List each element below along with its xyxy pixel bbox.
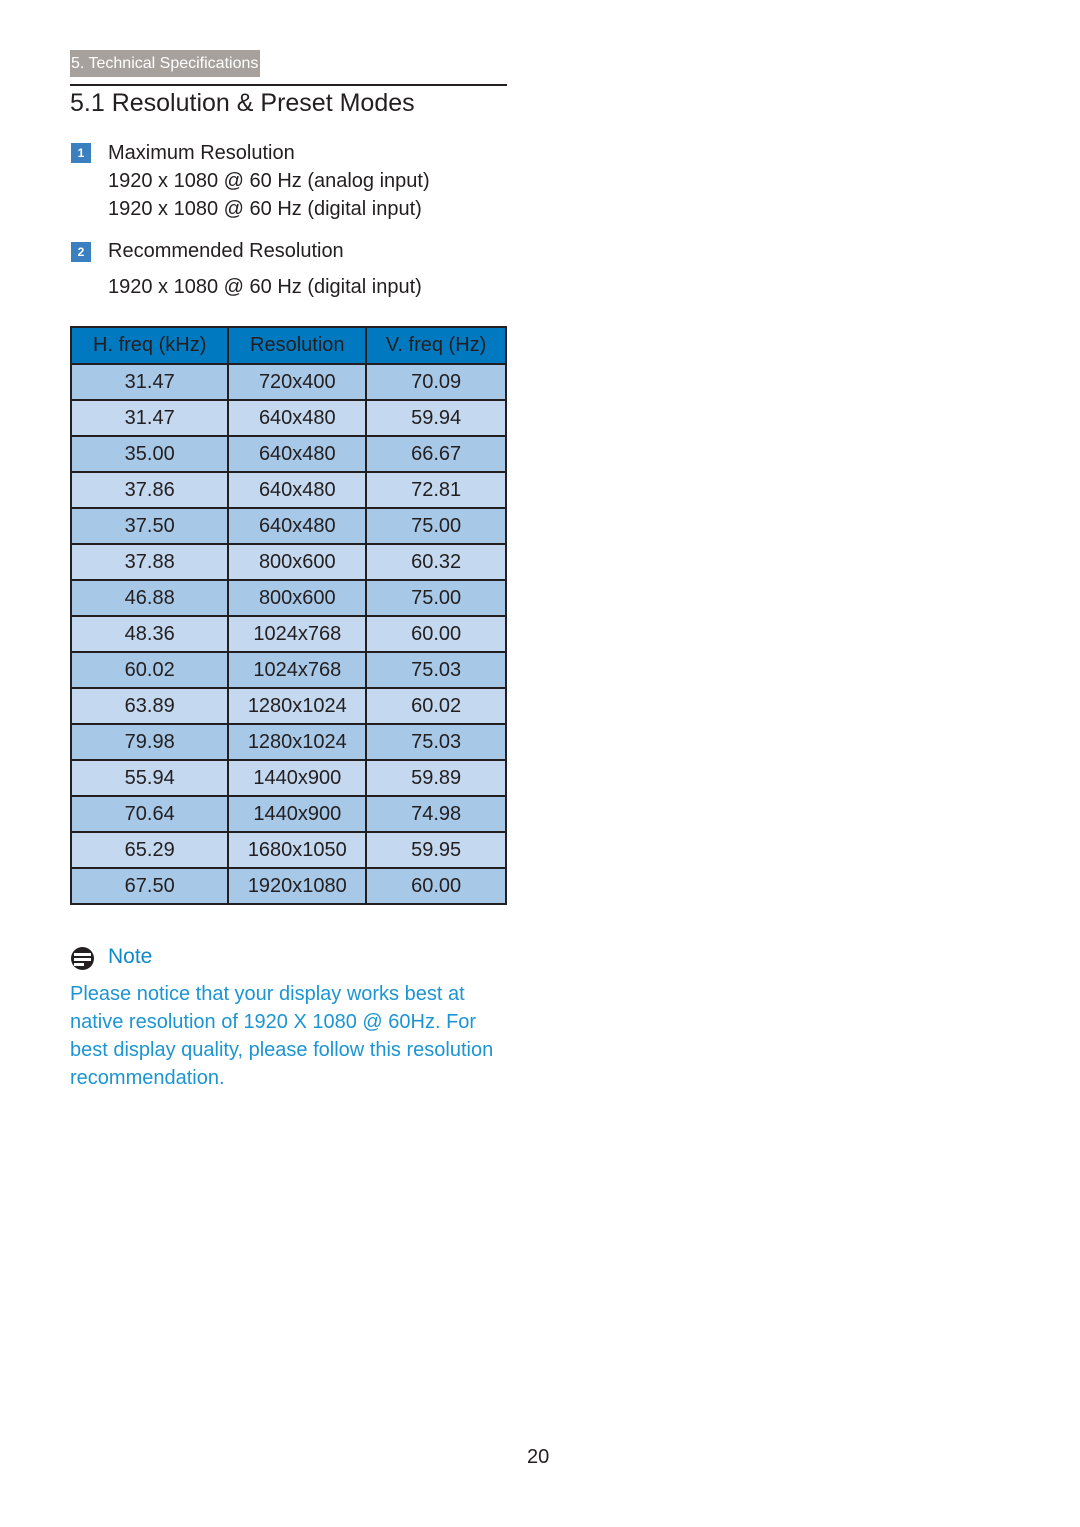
- preset-modes-table: H. freq (kHz) Resolution V. freq (Hz) 31…: [69, 326, 507, 905]
- table-row: 31.47 720x400 70.09: [69, 363, 507, 401]
- cell-resolution: 1680x1050: [227, 831, 368, 869]
- cell-resolution: 640x480: [227, 471, 368, 509]
- cell-resolution: 1024x768: [227, 651, 368, 689]
- cell-hfreq: 46.88: [69, 579, 230, 617]
- table-row: 48.36 1024x768 60.00: [69, 615, 507, 653]
- cell-hfreq: 70.64: [69, 795, 230, 833]
- table-row: 63.89 1280x1024 60.02: [69, 687, 507, 725]
- cell-vfreq: 74.98: [365, 795, 507, 833]
- cell-vfreq: 60.32: [365, 543, 507, 581]
- table-row: 60.02 1024x768 75.03: [69, 651, 507, 689]
- cell-hfreq: 35.00: [69, 435, 230, 473]
- cell-hfreq: 65.29: [69, 831, 230, 869]
- cell-vfreq: 75.00: [365, 507, 507, 545]
- cell-hfreq: 31.47: [69, 399, 230, 437]
- cell-vfreq: 60.02: [365, 687, 507, 725]
- cell-vfreq: 59.89: [365, 759, 507, 797]
- cell-hfreq: 67.50: [69, 867, 230, 905]
- cell-hfreq: 79.98: [69, 723, 230, 761]
- table-row: 31.47 640x480 59.94: [69, 399, 507, 437]
- cell-resolution: 720x400: [227, 363, 368, 401]
- cell-vfreq: 75.03: [365, 651, 507, 689]
- cell-resolution: 1440x900: [227, 759, 368, 797]
- table-row: 37.88 800x600 60.32: [69, 543, 507, 581]
- table-row: 70.64 1440x900 74.98: [69, 795, 507, 833]
- max-resolution-digital: 1920 x 1080 @ 60 Hz (digital input): [108, 198, 422, 220]
- cell-hfreq: 55.94: [69, 759, 230, 797]
- cell-resolution: 800x600: [227, 543, 368, 581]
- recommended-resolution-digital: 1920 x 1080 @ 60 Hz (digital input): [108, 276, 422, 298]
- cell-vfreq: 59.94: [365, 399, 507, 437]
- cell-vfreq: 59.95: [365, 831, 507, 869]
- table-row: 46.88 800x600 75.00: [69, 579, 507, 617]
- table-row: 35.00 640x480 66.67: [69, 435, 507, 473]
- page-title: 5.1 Resolution & Preset Modes: [70, 89, 415, 117]
- cell-resolution: 1024x768: [227, 615, 368, 653]
- header-vfreq: V. freq (Hz): [365, 326, 507, 365]
- table-row: 37.86 640x480 72.81: [69, 471, 507, 509]
- table-row: 65.29 1680x1050 59.95: [69, 831, 507, 869]
- header-hfreq: H. freq (kHz): [69, 326, 230, 365]
- cell-vfreq: 72.81: [365, 471, 507, 509]
- max-resolution-analog: 1920 x 1080 @ 60 Hz (analog input): [108, 170, 430, 192]
- note-icon: [71, 947, 94, 970]
- cell-vfreq: 66.67: [365, 435, 507, 473]
- number-badge-1: 1: [71, 143, 91, 163]
- cell-hfreq: 31.47: [69, 363, 230, 401]
- table-row: 67.50 1920x1080 60.00: [69, 867, 507, 905]
- cell-vfreq: 70.09: [365, 363, 507, 401]
- table-row: 79.98 1280x1024 75.03: [69, 723, 507, 761]
- cell-resolution: 640x480: [227, 435, 368, 473]
- cell-hfreq: 37.86: [69, 471, 230, 509]
- cell-vfreq: 75.03: [365, 723, 507, 761]
- cell-resolution: 1440x900: [227, 795, 368, 833]
- page-number: 20: [527, 1446, 550, 1468]
- cell-vfreq: 60.00: [365, 615, 507, 653]
- cell-hfreq: 37.50: [69, 507, 230, 545]
- cell-hfreq: 63.89: [69, 687, 230, 725]
- header-resolution: Resolution: [227, 326, 368, 365]
- table-row: 37.50 640x480 75.00: [69, 507, 507, 545]
- cell-resolution: 1280x1024: [227, 687, 368, 725]
- cell-hfreq: 60.02: [69, 651, 230, 689]
- cell-resolution: 800x600: [227, 579, 368, 617]
- cell-resolution: 640x480: [227, 399, 368, 437]
- section-tag: 5. Technical Specifications: [70, 50, 261, 77]
- max-resolution-heading: Maximum Resolution: [108, 142, 295, 164]
- note-label: Note: [108, 945, 153, 968]
- cell-resolution: 1920x1080: [227, 867, 368, 905]
- cell-vfreq: 75.00: [365, 579, 507, 617]
- cell-resolution: 640x480: [227, 507, 368, 545]
- table-row: 55.94 1440x900 59.89: [69, 759, 507, 797]
- cell-hfreq: 37.88: [69, 543, 230, 581]
- recommended-resolution-heading: Recommended Resolution: [108, 240, 344, 262]
- cell-hfreq: 48.36: [69, 615, 230, 653]
- cell-resolution: 1280x1024: [227, 723, 368, 761]
- table-header-row: H. freq (kHz) Resolution V. freq (Hz): [69, 326, 507, 365]
- cell-vfreq: 60.00: [365, 867, 507, 905]
- number-badge-2: 2: [71, 242, 91, 262]
- note-body: Please notice that your display works be…: [70, 983, 494, 1089]
